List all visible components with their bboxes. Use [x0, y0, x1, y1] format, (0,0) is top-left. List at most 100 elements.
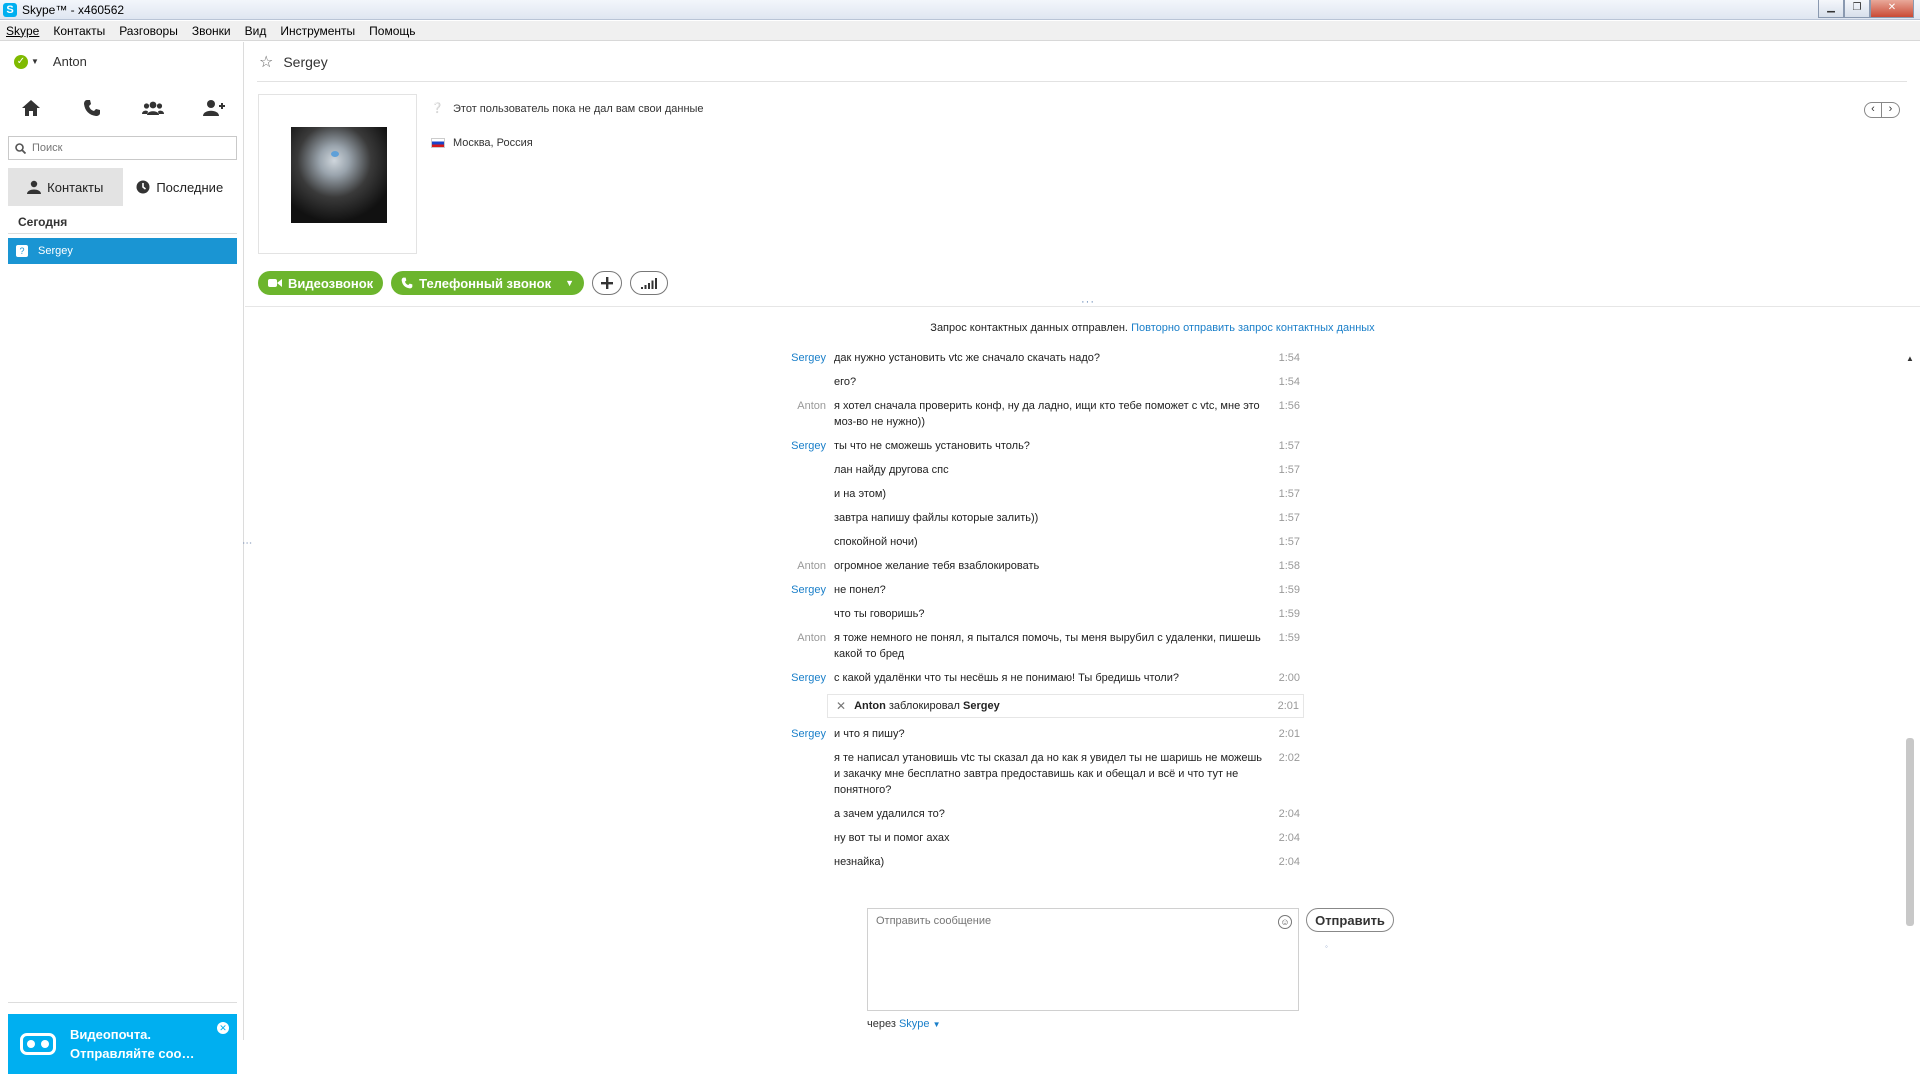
menu-contacts[interactable]: Контакты: [53, 24, 105, 38]
message-author[interactable]: Anton: [540, 398, 826, 414]
message-author[interactable]: Sergey: [540, 438, 826, 454]
video-call-button[interactable]: Видеозвонок: [258, 271, 384, 295]
message-text: завтра напишу файлы которые залить)): [834, 512, 1039, 524]
message-row: Sergey с какой удалёнки что ты несёшь я н…: [540, 670, 1320, 686]
phone-call-button[interactable]: Телефонный звонок ▼: [391, 271, 584, 295]
clock-icon: [136, 180, 150, 194]
message-text: не понел?: [834, 584, 886, 596]
message-text: ну вот ты и помог ахах: [834, 832, 950, 844]
message-time: 2:01: [1278, 728, 1300, 740]
video-camera-icon: [268, 278, 282, 288]
message-text: и что я пишу?: [834, 728, 905, 740]
via-skype[interactable]: через Skype ▼: [867, 1018, 941, 1030]
contact-status-icon: ?: [16, 245, 28, 257]
message-row: ну вот ты и помог ахах 2:04: [540, 830, 1320, 846]
person-icon: [27, 180, 42, 194]
message-row: я те написал утановишь vtc ты сказал да …: [540, 750, 1320, 798]
via-service[interactable]: Skype: [899, 1018, 930, 1030]
message-row: а зачем удалился то? 2:04: [540, 806, 1320, 822]
add-button[interactable]: [592, 271, 622, 295]
add-contact-icon[interactable]: [200, 94, 228, 122]
sidebar-nav: [0, 94, 244, 122]
contact-item-sergey[interactable]: ? Sergey: [8, 238, 237, 264]
message-row: завтра напишу файлы которые залить)) 1:57: [540, 510, 1320, 526]
search-box[interactable]: [8, 136, 237, 160]
menu-help[interactable]: Помощь: [369, 24, 415, 38]
chevron-down-icon[interactable]: ▼: [31, 57, 39, 66]
menu-view[interactable]: Вид: [245, 24, 267, 38]
profile-name[interactable]: Anton: [53, 54, 87, 69]
videomail-promo[interactable]: Видеопочта. Отправляйте соо… ✕: [8, 1014, 237, 1074]
call-quality-button[interactable]: [630, 271, 668, 295]
message-text: незнайка): [834, 856, 885, 868]
chevron-down-icon[interactable]: ▼: [933, 1020, 941, 1029]
message-text: с какой удалёнки что ты несёшь я не пони…: [834, 672, 1179, 684]
message-text: и на этом): [834, 488, 887, 500]
message-time: 1:57: [1278, 464, 1300, 476]
message-row: лан найду другова спс 1:57: [540, 462, 1320, 478]
scroll-up-icon[interactable]: ▲: [1903, 354, 1917, 366]
message-author[interactable]: Sergey: [540, 350, 826, 366]
resend-request-link[interactable]: Повторно отправить запрос контактных дан…: [1131, 322, 1375, 334]
message-text: я те написал утановишь vtc ты сказал да …: [834, 752, 1263, 796]
next-arrow-icon[interactable]: ›: [1882, 102, 1900, 118]
via-prefix: через: [867, 1018, 896, 1030]
message-author[interactable]: Sergey: [540, 582, 826, 598]
message-time: 1:59: [1278, 608, 1300, 620]
message-author[interactable]: Sergey: [540, 670, 826, 686]
skype-logo-icon: S: [3, 3, 17, 17]
menu-calls[interactable]: Звонки: [192, 24, 231, 38]
close-button[interactable]: ✕: [1870, 0, 1914, 18]
call-actions: Видеозвонок Телефонный звонок ▼: [258, 271, 676, 295]
message-text: что ты говоришь?: [834, 608, 925, 620]
message-time: 1:56: [1278, 400, 1300, 412]
send-button[interactable]: Отправить: [1306, 908, 1394, 932]
block-event: ✕ Anton заблокировал Sergey 2:01: [827, 694, 1304, 718]
menu-conversations[interactable]: Разговоры: [119, 24, 178, 38]
contact-request-notice: Запрос контактных данных отправлен. Повт…: [245, 322, 1920, 334]
message-composer[interactable]: ☺: [867, 908, 1299, 1011]
profile-location: Москва, Россия: [453, 137, 533, 149]
sidebar: ✓ ▼ Anton Контакты П: [0, 42, 244, 1074]
emoticon-icon[interactable]: ☺: [1278, 915, 1292, 929]
group-icon[interactable]: [139, 94, 167, 122]
search-input[interactable]: [32, 142, 222, 154]
message-row: Sergey дак нужно установить vtc же сначал…: [540, 350, 1320, 366]
message-time: 1:57: [1278, 536, 1300, 548]
menu-tools[interactable]: Инструменты: [280, 24, 355, 38]
event-target: Sergey: [963, 700, 1000, 712]
resize-handle[interactable]: ◦: [1325, 942, 1328, 951]
contact-name: Sergey: [38, 245, 73, 257]
profile-card: [258, 94, 417, 254]
profile-status[interactable]: ✓ ▼ Anton: [14, 54, 87, 69]
message-author[interactable]: Anton: [540, 558, 826, 574]
message-input[interactable]: [868, 909, 1298, 1010]
scroll-thumb[interactable]: [1906, 738, 1914, 926]
menu-skype[interactable]: Skype: [6, 24, 39, 38]
minimize-button[interactable]: ▁: [1818, 0, 1844, 18]
tab-contacts[interactable]: Контакты: [8, 168, 123, 206]
scrollbar[interactable]: ▲: [1903, 354, 1917, 944]
chevron-down-icon[interactable]: ▼: [565, 278, 574, 288]
message-author[interactable]: Sergey: [540, 726, 826, 742]
message-row: что ты говоришь? 1:59: [540, 606, 1320, 622]
tab-recent[interactable]: Последние: [123, 168, 238, 206]
phone-icon[interactable]: [78, 94, 106, 122]
home-icon[interactable]: [17, 94, 45, 122]
section-today: Сегодня: [8, 210, 237, 234]
videomail-icon: [20, 1033, 56, 1055]
previous-arrow-icon[interactable]: ‹: [1864, 102, 1882, 118]
window-controls: ▁ ❐ ✕: [1818, 0, 1914, 18]
online-status-icon[interactable]: ✓: [14, 54, 28, 69]
close-icon[interactable]: ✕: [217, 1022, 229, 1034]
favorite-star-icon[interactable]: ☆: [259, 52, 273, 72]
message-row: Anton огромное желание тебя взаблокироват…: [540, 558, 1320, 574]
profile-note: Этот пользователь пока не дал вам свои д…: [453, 103, 704, 115]
message-text: спокойной ночи): [834, 536, 918, 548]
message-time: 2:04: [1278, 808, 1300, 820]
message-time: 2:04: [1278, 832, 1300, 844]
message-author[interactable]: Anton: [540, 630, 826, 646]
divider: [877, 306, 1262, 307]
message-row: Sergey и что я пишу? 2:01: [540, 726, 1320, 742]
maximize-button[interactable]: ❐: [1844, 0, 1870, 18]
